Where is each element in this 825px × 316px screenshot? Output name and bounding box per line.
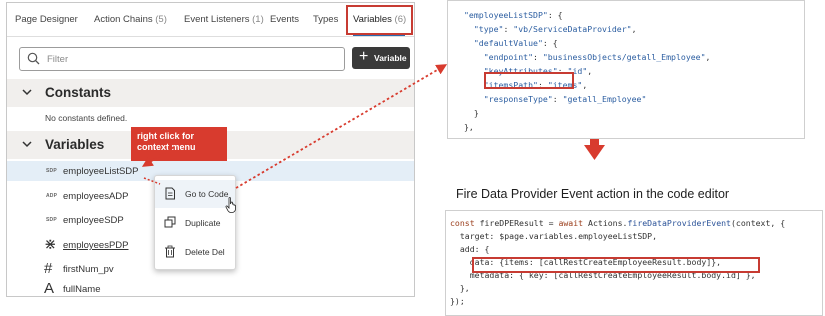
code-token: }	[464, 108, 479, 118]
row-dotted-arrow	[143, 177, 161, 185]
code-line: }	[464, 107, 479, 119]
code-token: add: {	[450, 244, 490, 254]
code-token: :	[533, 52, 543, 62]
code-token: : {	[542, 38, 558, 48]
code-token: await	[558, 218, 589, 228]
code-token: (context, {	[730, 218, 786, 228]
code-token: "type"	[473, 24, 504, 34]
code-token: "vb/ServiceDataProvider"	[513, 24, 632, 34]
code-line: "type": "vb/ServiceDataProvider",	[464, 23, 637, 35]
code-token: :	[552, 94, 563, 104]
code-line: add: {	[450, 243, 490, 255]
code-line: },	[464, 121, 474, 133]
code-token: Actions.	[588, 218, 628, 228]
code-line: const fireDPEResult = await Actions.fire…	[450, 217, 785, 229]
code-line: "defaultValue": {	[464, 37, 558, 49]
code-token: "endpoint"	[483, 52, 534, 62]
data-items-highlight-box	[472, 257, 760, 273]
code-token: ,	[587, 66, 593, 76]
code-token: ,	[582, 80, 588, 90]
down-arrow-head	[584, 145, 605, 160]
code-token: "defaultValue"	[473, 38, 543, 48]
itemspath-highlight-box	[484, 72, 574, 89]
code-token: "employeeListSDP"	[464, 10, 548, 20]
code-token: fireDataProviderEvent	[627, 218, 731, 228]
callout-arrow	[141, 146, 175, 167]
code-line: "employeeListSDP": {	[464, 9, 563, 21]
code-token: },	[450, 283, 470, 293]
code-token: "responseType"	[483, 94, 553, 104]
code-line: });	[450, 295, 465, 307]
js-code-panel: const fireDPEResult = await Actions.fire…	[445, 210, 823, 316]
code-token: });	[450, 296, 465, 306]
code-line: "responseType": "getall_Employee"	[464, 93, 647, 105]
code-token: const	[450, 218, 480, 228]
code-token: ,	[631, 24, 637, 34]
go-to-code-dotted-arrow	[235, 64, 448, 189]
code-line: },	[450, 282, 470, 294]
code-editor-caption: Fire Data Provider Event action in the c…	[456, 187, 730, 201]
code-token: },	[464, 122, 474, 132]
code-token: "businessObjects/getall_Employee"	[542, 52, 706, 62]
code-token: :	[503, 24, 514, 34]
code-token: target: $page.variables.employeeListSDP,	[450, 231, 658, 241]
code-token: ,	[705, 52, 711, 62]
code-line: "endpoint": "businessObjects/getall_Empl…	[464, 51, 711, 63]
code-token: fireDPEResult =	[479, 218, 559, 228]
code-token: : {	[547, 10, 563, 20]
json-code-panel: "employeeListSDP": { "type": "vb/Service…	[447, 0, 805, 139]
code-token: "getall_Employee"	[562, 94, 647, 104]
code-line: target: $page.variables.employeeListSDP,	[450, 230, 657, 242]
